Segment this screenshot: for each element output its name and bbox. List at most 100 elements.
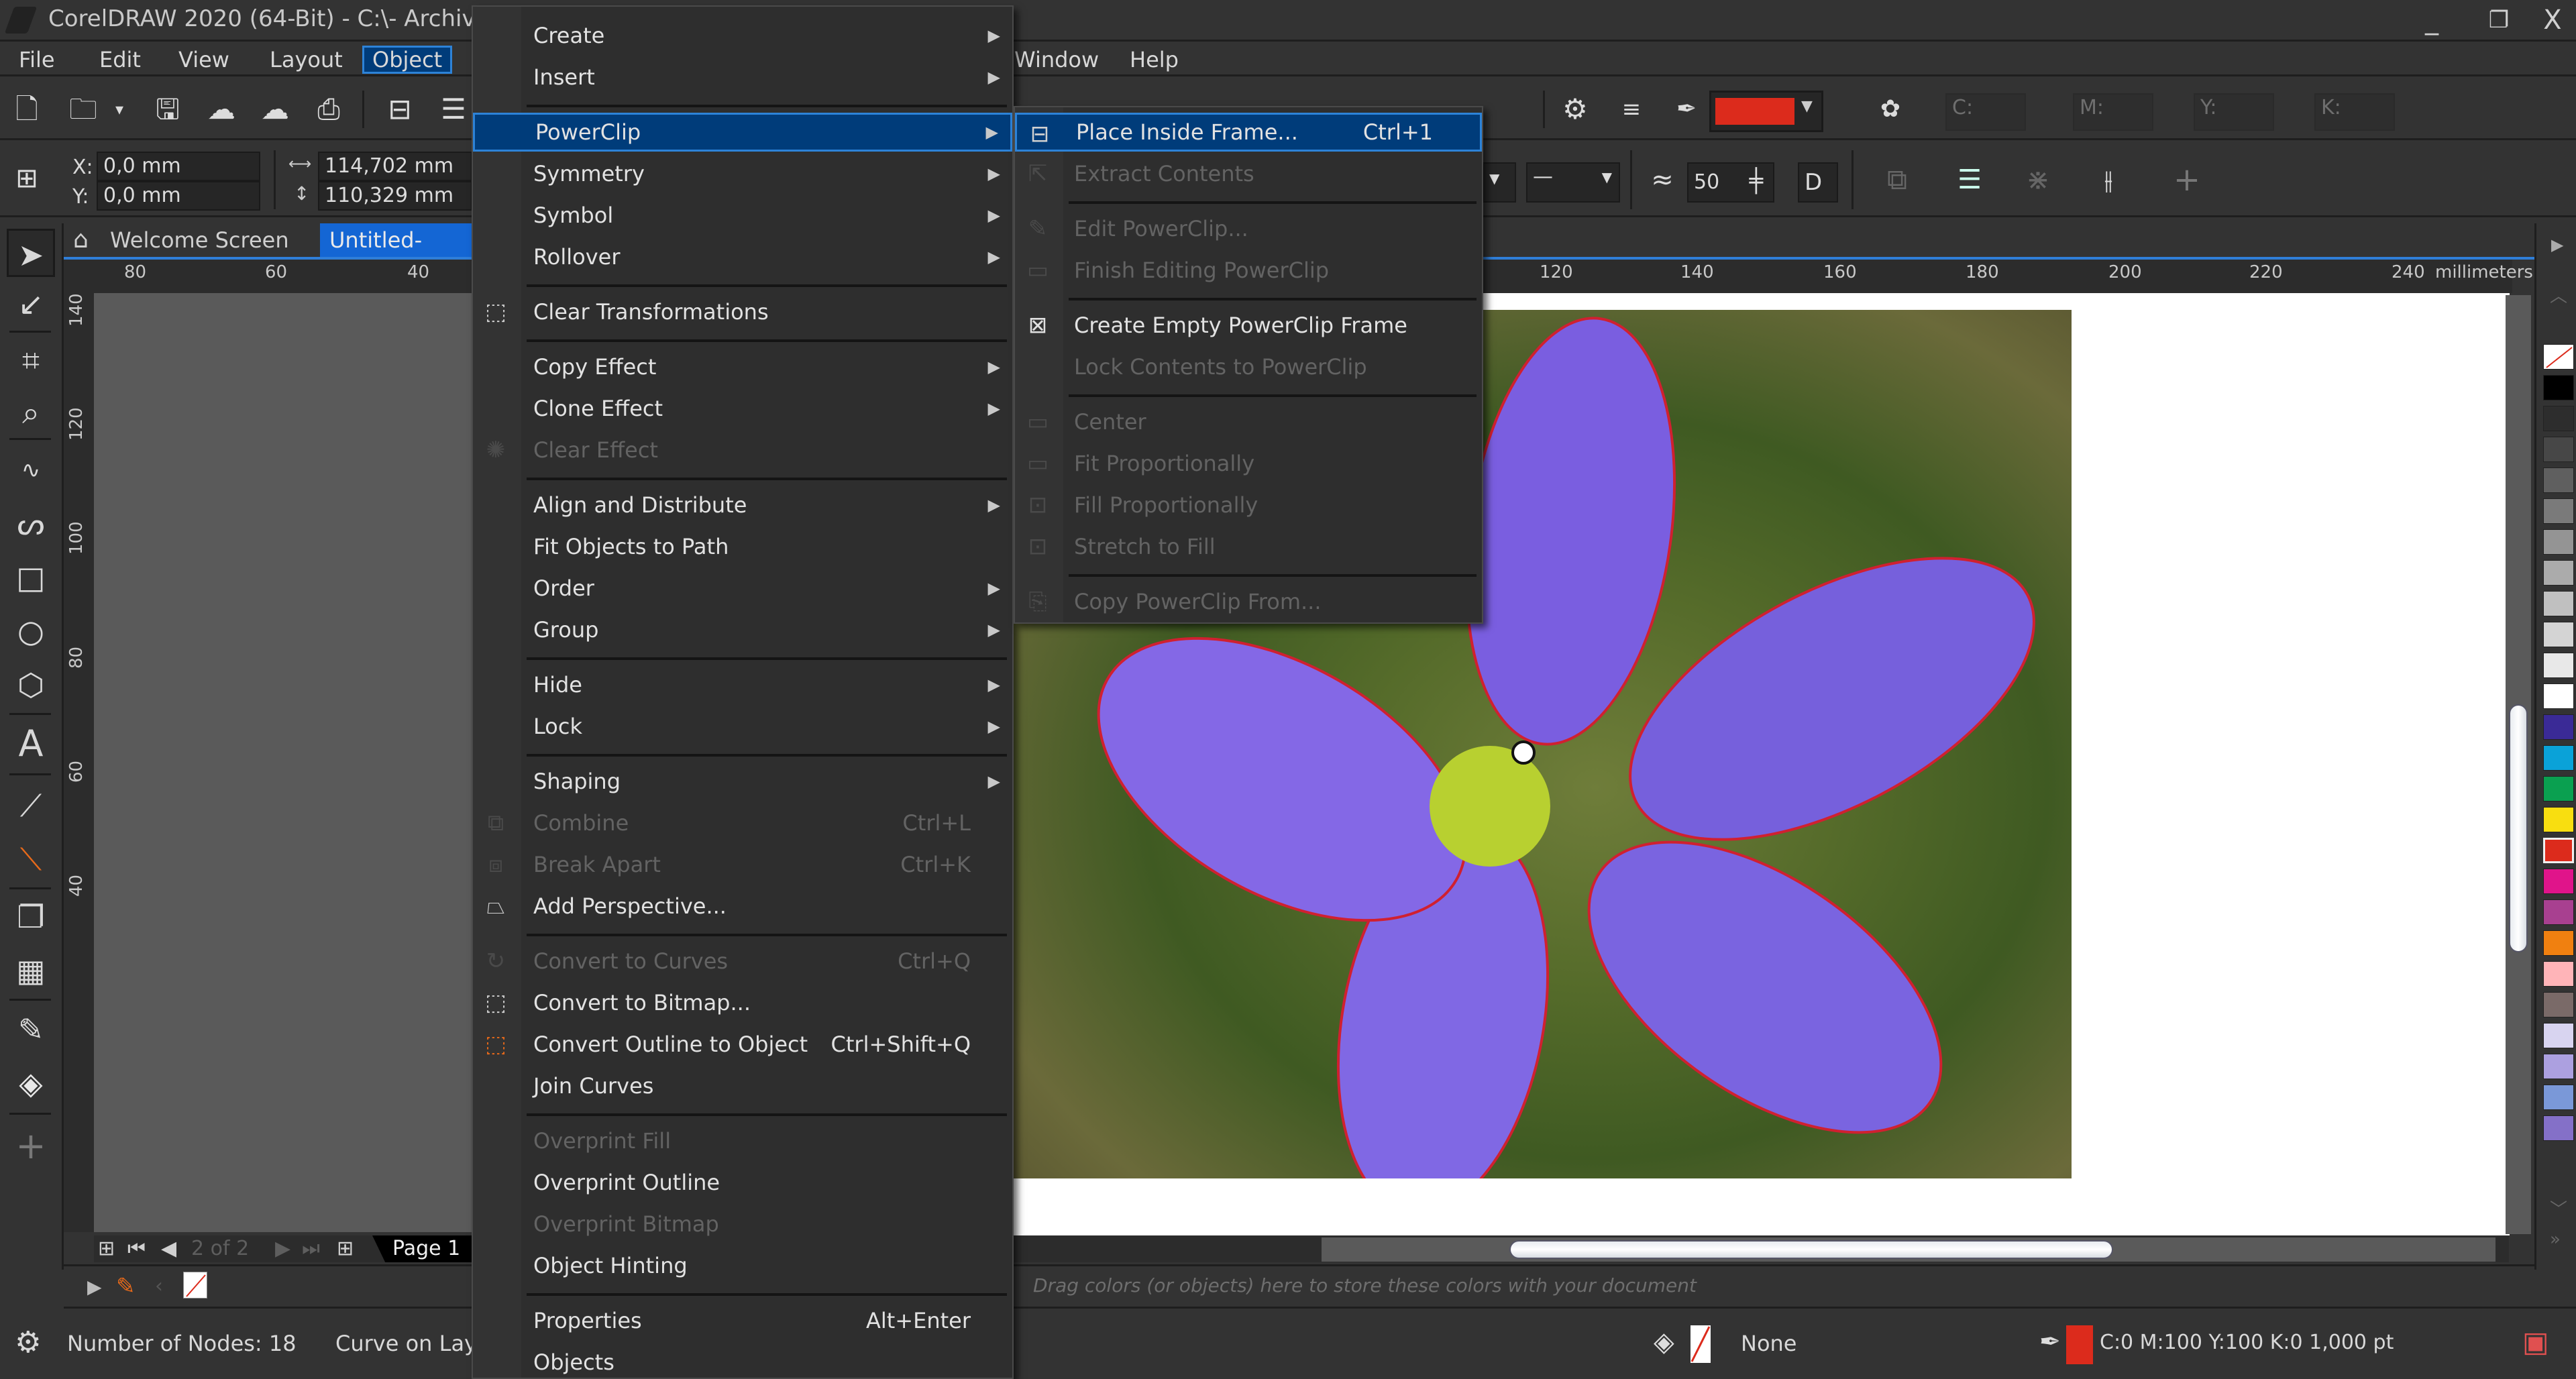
palette-expand-icon[interactable]: » bbox=[2550, 1229, 2561, 1250]
menu-item-align-and-distribute[interactable]: Align and Distribute ▶ bbox=[473, 486, 1012, 525]
menu-item-convert-to-bitmap[interactable]: ⬚ Convert to Bitmap... bbox=[473, 983, 1012, 1022]
status-gear-icon[interactable]: ⚙ bbox=[15, 1325, 41, 1360]
color-swatch[interactable] bbox=[2543, 745, 2574, 771]
previous-page-icon[interactable]: ◀ bbox=[161, 1235, 176, 1262]
menu-help[interactable]: Help bbox=[1122, 46, 1187, 74]
color-swatch[interactable] bbox=[2543, 622, 2574, 647]
cloud-export-icon[interactable]: ☁ bbox=[256, 91, 294, 128]
menu-object[interactable]: Object bbox=[362, 46, 453, 74]
new-document-icon[interactable]: 🗋 bbox=[8, 91, 46, 128]
crop-tool-icon[interactable]: ⌗ bbox=[7, 336, 55, 384]
add-icon[interactable]: + bbox=[2168, 161, 2206, 199]
artistic-media-tool-icon[interactable]: ᔕ bbox=[7, 500, 55, 548]
line-style-dropdown[interactable]: ▼ bbox=[1483, 162, 1516, 203]
swatch-no-color[interactable] bbox=[2543, 344, 2574, 370]
minimize-button[interactable]: _ bbox=[2408, 3, 2455, 38]
color-swatch[interactable] bbox=[2543, 560, 2574, 586]
color-swatch[interactable] bbox=[2543, 467, 2574, 493]
color-swatch[interactable] bbox=[2543, 838, 2574, 863]
menu-item-place-inside-frame[interactable]: ⊟ Place Inside Frame... Ctrl+1 bbox=[1015, 113, 1482, 152]
x-position-field[interactable]: 0,0 mm bbox=[97, 152, 260, 181]
line-end-dropdown[interactable]: — ▼ bbox=[1526, 162, 1620, 203]
color-sliders-icon[interactable]: ≡ bbox=[1613, 91, 1650, 128]
color-swatch[interactable] bbox=[2543, 992, 2574, 1017]
rectangle-tool-icon[interactable]: □ bbox=[7, 553, 55, 602]
menu-item-properties[interactable]: Properties Alt+Enter bbox=[473, 1301, 1012, 1340]
smoothing-slider-icon[interactable]: ╪ bbox=[1737, 162, 1775, 200]
palette-scroll-up-icon[interactable]: ︿ bbox=[2550, 282, 2567, 307]
menu-item-join-curves[interactable]: Join Curves bbox=[473, 1066, 1012, 1105]
color-swatch[interactable] bbox=[2543, 375, 2574, 400]
eyedropper-tool-icon[interactable]: ✎ bbox=[7, 1005, 55, 1054]
menu-item-shaping[interactable]: Shaping ▶ bbox=[473, 762, 1012, 801]
add-page-before-icon[interactable]: ⊞ bbox=[98, 1235, 115, 1262]
node-handles-icon[interactable]: ⫲ bbox=[2090, 161, 2127, 199]
parallel-dimension-tool-icon[interactable]: ⟋ bbox=[7, 781, 55, 830]
close-button[interactable]: X bbox=[2529, 3, 2576, 38]
page-tab[interactable]: Page 1 bbox=[372, 1235, 480, 1262]
color-swatch[interactable] bbox=[2543, 1115, 2574, 1141]
outline-swatch[interactable] bbox=[2066, 1325, 2093, 1364]
menu-item-rollover[interactable]: Rollover ▶ bbox=[473, 237, 1012, 276]
color-swatch[interactable] bbox=[2543, 1085, 2574, 1110]
reference-point-icon[interactable]: ⊞ bbox=[8, 160, 46, 197]
color-swatch[interactable] bbox=[2543, 591, 2574, 616]
pick-tool-icon[interactable]: ➤ bbox=[7, 229, 55, 277]
eyedropper-icon[interactable]: ✎ bbox=[116, 1273, 136, 1300]
menu-item-copy-effect[interactable]: Copy Effect ▶ bbox=[473, 347, 1012, 386]
palette-scroll-down-icon[interactable]: ﹀ bbox=[2550, 1196, 2567, 1221]
menu-item-clone-effect[interactable]: Clone Effect ▶ bbox=[473, 389, 1012, 428]
ellipse-tool-icon[interactable]: ○ bbox=[7, 607, 55, 655]
vertical-ruler[interactable]: 140 120 100 80 60 40 bbox=[64, 293, 94, 1232]
outline-pen-icon[interactable]: ✒ bbox=[1668, 91, 1705, 128]
add-tool-icon[interactable]: + bbox=[7, 1122, 55, 1170]
no-color-swatch[interactable] bbox=[183, 1272, 207, 1299]
color-swatch[interactable] bbox=[2543, 437, 2574, 462]
color-swatch[interactable] bbox=[2543, 1054, 2574, 1079]
shape-tool-icon[interactable]: ↙ bbox=[7, 280, 55, 328]
connector-tool-icon[interactable]: ⟍ bbox=[7, 835, 55, 883]
wrap-text-icon[interactable]: ☰ bbox=[1951, 161, 1988, 199]
color-wheel-icon[interactable]: ✿ bbox=[1872, 91, 1909, 128]
menu-item-insert[interactable]: Insert ▶ bbox=[473, 58, 1012, 97]
menu-item-hide[interactable]: Hide ▶ bbox=[473, 665, 1012, 704]
menu-item-symbol[interactable]: Symbol ▶ bbox=[473, 196, 1012, 235]
color-proof-icon[interactable]: ▣ bbox=[2522, 1325, 2549, 1358]
color-swatch[interactable] bbox=[2543, 683, 2574, 709]
y-position-field[interactable]: 0,0 mm bbox=[97, 181, 260, 211]
drop-shadow-tool-icon[interactable]: ❐ bbox=[7, 893, 55, 941]
close-curve-button[interactable]: D bbox=[1798, 162, 1838, 203]
color-swatch[interactable] bbox=[2543, 653, 2574, 678]
color-swatch[interactable] bbox=[2543, 899, 2574, 925]
color-swatch[interactable] bbox=[2543, 776, 2574, 802]
height-field[interactable]: 110,329 mm bbox=[318, 181, 472, 211]
color-swatch[interactable] bbox=[2543, 807, 2574, 832]
menu-file[interactable]: File bbox=[11, 46, 63, 74]
menu-item-group[interactable]: Group ▶ bbox=[473, 610, 1012, 649]
first-page-icon[interactable]: ⏮ bbox=[127, 1235, 146, 1262]
text-tool-icon[interactable]: A bbox=[7, 720, 55, 768]
color-swatch[interactable] bbox=[2543, 869, 2574, 894]
vertical-scrollbar-thumb[interactable] bbox=[2509, 704, 2528, 952]
color-swatch[interactable] bbox=[2543, 406, 2574, 431]
menu-item-lock[interactable]: Lock ▶ bbox=[473, 707, 1012, 746]
snap-icon[interactable]: ⊟ bbox=[381, 91, 419, 128]
menu-item-powerclip[interactable]: PowerClip ▶ bbox=[473, 113, 1012, 152]
color-swatch[interactable] bbox=[2543, 930, 2574, 956]
freehand-tool-icon[interactable]: ∿ bbox=[7, 446, 55, 494]
options-gear-icon[interactable]: ⚙ bbox=[1556, 91, 1594, 128]
menu-item-order[interactable]: Order ▶ bbox=[473, 569, 1012, 608]
open-dropdown-icon[interactable]: ▾ bbox=[101, 91, 138, 128]
color-swatch[interactable] bbox=[2543, 714, 2574, 740]
tab-untitled-1[interactable]: Untitled-1.cdr* bbox=[320, 223, 474, 286]
width-field[interactable]: 114,702 mm bbox=[318, 152, 472, 181]
copy-properties-icon[interactable]: ☰ bbox=[435, 91, 472, 128]
polygon-tool-icon[interactable]: ⬡ bbox=[7, 661, 55, 709]
menu-item-object-hinting[interactable]: Object Hinting bbox=[473, 1246, 1012, 1285]
menu-item-create[interactable]: Create ▶ bbox=[473, 16, 1012, 55]
print-icon[interactable]: ⎙ bbox=[310, 91, 347, 128]
menu-item-overprint-outline[interactable]: Overprint Outline bbox=[473, 1163, 1012, 1202]
cloud-import-icon[interactable]: ☁ bbox=[203, 91, 240, 128]
menu-item-convert-outline-to-object[interactable]: ⬚ Convert Outline to Object Ctrl+Shift+Q bbox=[473, 1025, 1012, 1064]
tab-welcome-screen[interactable]: ⌂ Welcome Screen bbox=[64, 223, 320, 257]
